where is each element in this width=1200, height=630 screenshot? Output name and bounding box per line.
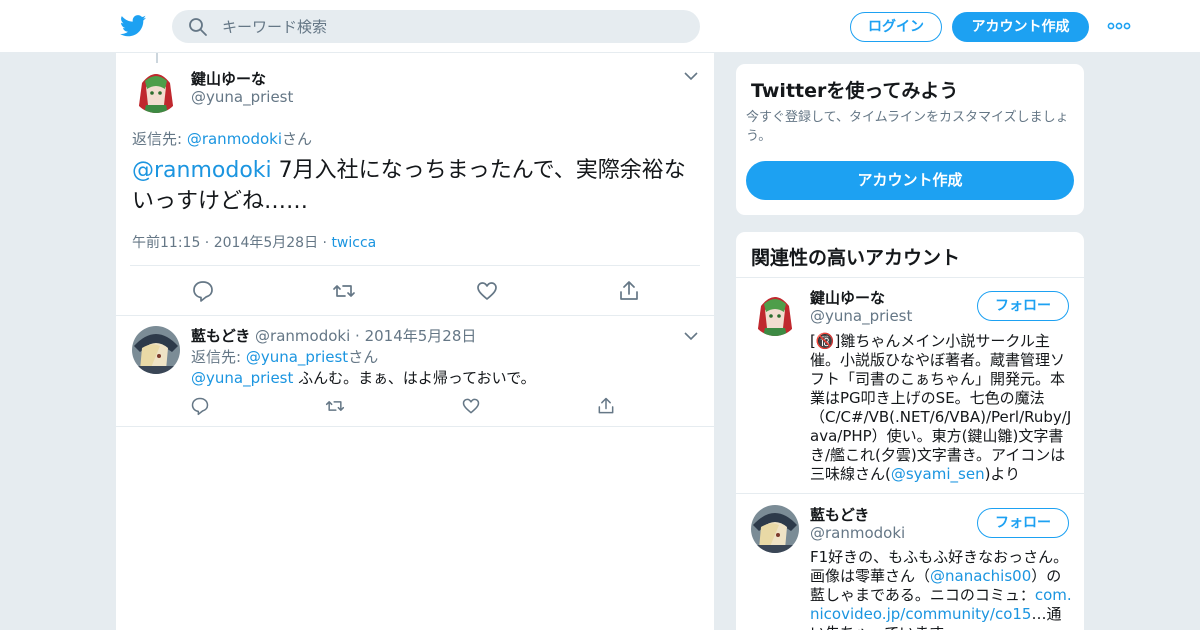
reply-to-suffix: さん xyxy=(348,348,379,366)
divider xyxy=(736,277,1084,278)
reply-header: 藍もどき @ranmodoki · 2014年5月28日 xyxy=(191,327,477,345)
thread-line xyxy=(156,53,158,63)
account-handle[interactable]: @ranmodoki xyxy=(810,524,905,542)
twitter-bird-icon[interactable] xyxy=(120,14,146,38)
avatar-image xyxy=(751,288,799,336)
account-name[interactable]: 藍もどき xyxy=(810,504,869,525)
retweet-icon[interactable] xyxy=(332,279,356,303)
tweet-column: 鍵山ゆーな @yuna_priest 返信先: @ranmodokiさん @ra… xyxy=(115,53,715,630)
like-icon[interactable] xyxy=(475,279,499,303)
mention-link[interactable]: @ranmodoki xyxy=(132,158,272,183)
bio-text: )より xyxy=(984,465,1021,483)
tweet-actions xyxy=(116,396,716,420)
account-name[interactable]: 鍵山ゆーな xyxy=(810,287,885,308)
chevron-down-icon[interactable] xyxy=(684,332,698,341)
share-icon[interactable] xyxy=(596,396,616,416)
divider xyxy=(116,315,714,316)
signup-card-description: 今すぐ登録して、タイムラインをカスタマイズしましょう。 xyxy=(746,110,1069,144)
signup-card: Twitterを使ってみよう 今すぐ登録して、タイムラインをカスタマイズしましょ… xyxy=(735,63,1085,216)
tweet-author-name[interactable]: 藍もどき xyxy=(191,327,250,345)
reply-icon[interactable] xyxy=(191,279,215,303)
signup-card-button[interactable]: アカウント作成 xyxy=(746,161,1074,200)
reply-to-suffix: さん xyxy=(282,130,313,148)
login-button[interactable]: ログイン xyxy=(850,12,942,42)
bio-mention-link[interactable]: @syami_sen xyxy=(891,465,985,483)
avatar[interactable] xyxy=(132,65,180,113)
tweet-text: @ranmodoki 7月入社になっちまったんで、実際余裕ないっすけどね…… xyxy=(132,155,702,217)
account-bio: [🔞]雛ちゃんメイン小説サークル主催。小説版ひなやぼ著者。蔵書管理ソフト「司書の… xyxy=(810,332,1072,484)
related-accounts-card: 関連性の高いアカウント 鍵山ゆーな @yuna_priest フォロー [🔞]雛… xyxy=(735,231,1085,630)
top-bar: ログイン アカウント作成 xyxy=(0,0,1200,53)
share-icon[interactable] xyxy=(617,279,641,303)
bio-text: [🔞]雛ちゃんメイン小説サークル主催。小説版ひなやぼ著者。蔵書管理ソフト「司書の… xyxy=(810,332,1072,483)
account-handle[interactable]: @yuna_priest xyxy=(810,307,912,325)
tweet-date[interactable]: 2014年5月28日 xyxy=(214,235,318,251)
avatar-image xyxy=(751,505,799,553)
tweet-time[interactable]: 午前11:15 xyxy=(132,235,200,251)
more-icon[interactable] xyxy=(1107,22,1131,30)
tweet-actions xyxy=(116,279,716,303)
avatar-image xyxy=(132,326,180,374)
tweet-author-handle[interactable]: @yuna_priest xyxy=(191,88,293,106)
tweet-source-link[interactable]: twicca xyxy=(331,235,376,251)
related-accounts-title: 関連性の高いアカウント xyxy=(751,247,961,269)
reply-to-prefix: 返信先: xyxy=(191,348,246,366)
chevron-down-icon[interactable] xyxy=(684,72,698,81)
avatar[interactable] xyxy=(132,326,180,374)
reply-to-line: 返信先: @ranmodokiさん xyxy=(132,128,312,149)
like-icon[interactable] xyxy=(461,396,481,416)
follow-button[interactable]: フォロー xyxy=(977,291,1069,321)
tweet-body: ふんむ。まぁ、はよ帰っておいで。 xyxy=(293,369,536,387)
divider xyxy=(130,265,700,266)
tweet-author-name[interactable]: 鍵山ゆーな xyxy=(191,68,266,89)
reply-to-link[interactable]: @yuna_priest xyxy=(246,348,348,366)
reply-to-link[interactable]: @ranmodoki xyxy=(187,130,282,148)
divider xyxy=(736,493,1084,494)
bio-mention-link[interactable]: @nanachis00 xyxy=(930,567,1031,585)
avatar-image xyxy=(132,65,180,113)
tweet-date[interactable]: 2014年5月28日 xyxy=(365,327,477,345)
reply-to-prefix: 返信先: xyxy=(132,130,187,148)
account-bio: F1好きの、もふもふ好きなおっさん。画像は零華さん（@nanachis00）の藍… xyxy=(810,548,1072,630)
signup-card-title: Twitterを使ってみよう xyxy=(751,80,959,102)
tweet-author-handle[interactable]: @ranmodoki xyxy=(255,327,350,345)
tweet-text: @yuna_priest ふんむ。まぁ、はよ帰っておいで。 xyxy=(191,367,536,388)
mention-link[interactable]: @yuna_priest xyxy=(191,369,293,387)
reply-icon[interactable] xyxy=(190,396,210,416)
search-input[interactable] xyxy=(222,10,682,43)
signup-button[interactable]: アカウント作成 xyxy=(952,12,1089,42)
search-icon xyxy=(189,18,207,36)
retweet-icon[interactable] xyxy=(325,396,345,416)
avatar[interactable] xyxy=(751,505,799,553)
avatar[interactable] xyxy=(751,288,799,336)
search-box[interactable] xyxy=(172,10,700,43)
divider xyxy=(116,426,714,427)
follow-button[interactable]: フォロー xyxy=(977,508,1069,538)
reply-to-line: 返信先: @yuna_priestさん xyxy=(191,346,378,367)
tweet-metadata: 午前11:15 · 2014年5月28日 · twicca xyxy=(132,235,377,251)
